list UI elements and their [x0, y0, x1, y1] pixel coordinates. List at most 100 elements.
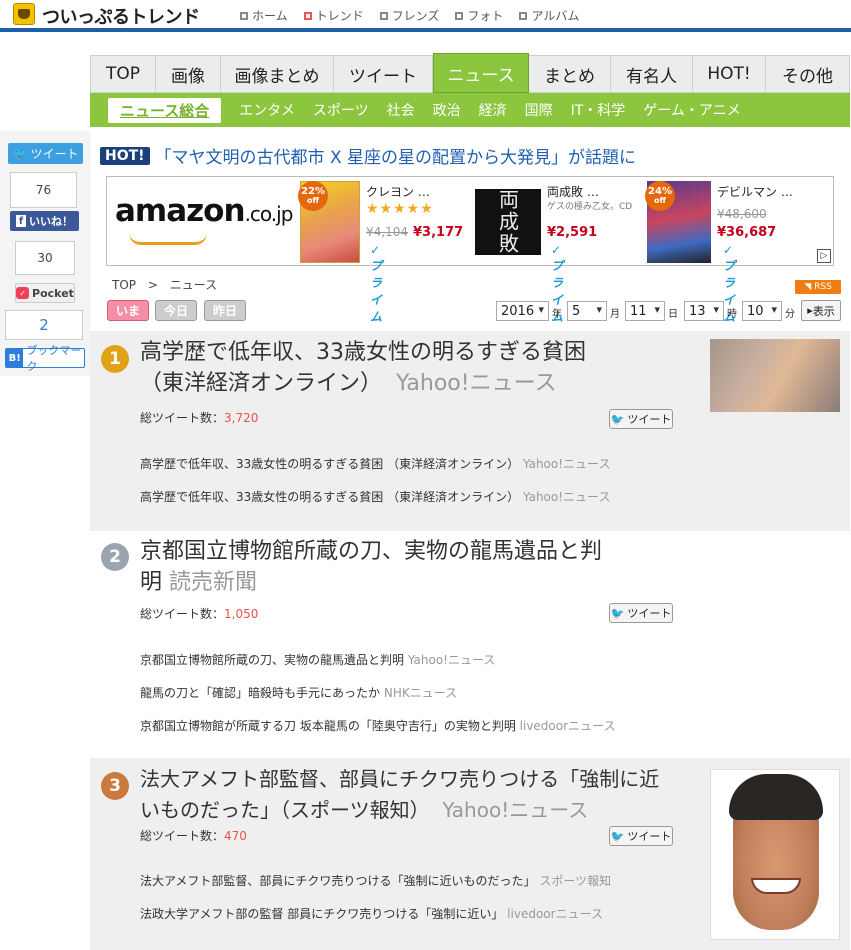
- subnav-economy[interactable]: 経済: [479, 100, 507, 120]
- tweet-button[interactable]: 🐦 ツイート: [609, 603, 673, 623]
- facebook-like-button[interactable]: f いいね！: [10, 211, 79, 231]
- product-name[interactable]: 両成敗 …: [547, 183, 599, 200]
- product-artist: ゲスの極み乙女。CD: [547, 202, 633, 212]
- nav-album[interactable]: アルバム: [519, 7, 579, 24]
- tab-hot[interactable]: HOT!: [693, 56, 766, 92]
- related-link-text[interactable]: 法政大学アメフト部の監督 部員にチクワ売りつける「強制に近い」: [140, 907, 503, 921]
- tab-celebrities[interactable]: 有名人: [611, 56, 693, 92]
- total-tweets: 総ツイート数：1,050: [140, 605, 258, 622]
- nav-photo[interactable]: フォト: [455, 7, 503, 24]
- subnav-politics[interactable]: 政治: [433, 100, 461, 120]
- amazon-logo[interactable]: amazon.co.jp: [115, 193, 293, 229]
- nav-trend[interactable]: トレンド: [303, 7, 364, 24]
- news-item-1: 1 高学歴で低年収、33歳女性の明るすぎる貧困 （東洋経済オンライン） Yaho…: [90, 331, 850, 531]
- day-select[interactable]: 11: [625, 301, 665, 321]
- tab-news[interactable]: ニュース: [433, 53, 529, 93]
- related-link-text[interactable]: 法大アメフト部監督、部員にチクワ売りつける「強制に近いものだった」: [140, 874, 536, 888]
- tab-other[interactable]: その他: [766, 56, 849, 92]
- news-subnav: ニュース総合 エンタメ スポーツ 社会 政治 経済 国際 IT・科学 ゲーム・ア…: [90, 93, 850, 127]
- nav-friends[interactable]: フレンズ: [379, 7, 439, 24]
- related-link-source: Yahoo!ニュース: [522, 490, 611, 504]
- article-title-line1[interactable]: 法大アメフト部監督、部員にチクワ売りつける「強制に近: [140, 764, 659, 795]
- related-link[interactable]: 京都国立博物館所蔵の刀、実物の龍馬遺品と判明 Yahoo!ニュース: [140, 651, 495, 668]
- subnav-entertainment[interactable]: エンタメ: [239, 100, 295, 120]
- article-title[interactable]: 高学歴で低年収、33歳女性の明るすぎる貧困 （東洋経済オンライン） Yahoo!…: [140, 337, 586, 399]
- time-today-button[interactable]: 今日: [155, 300, 197, 321]
- subnav-it-science[interactable]: IT・科学: [571, 100, 626, 120]
- related-link[interactable]: 龍馬の刀と「確認」暗殺時も手元にあったか NHKニュース: [140, 684, 457, 701]
- sale-price: ¥3,177: [413, 225, 464, 240]
- related-link[interactable]: 法政大学アメフト部の監督 部員にチクワ売りつける「強制に近い」 livedoor…: [140, 905, 603, 922]
- article-title[interactable]: 法大アメフト部監督、部員にチクワ売りつける「強制に近 いものだった」（スポーツ報…: [140, 764, 659, 826]
- total-tweets-count: 1,050: [224, 607, 259, 621]
- related-link[interactable]: 高学歴で低年収、33歳女性の明るすぎる貧困 （東洋経済オンライン） Yahoo!…: [140, 455, 610, 472]
- year-select[interactable]: 2016: [496, 301, 549, 321]
- tab-image-matome[interactable]: 画像まとめ: [221, 56, 334, 92]
- amazon-ad-banner[interactable]: amazon.co.jp 22% off クレヨン … ★★★★★ ¥4,104 …: [106, 176, 834, 324]
- pocket-button[interactable]: ✓ Pocket: [15, 283, 75, 303]
- breadcrumb-current: ニュース: [169, 278, 218, 292]
- subnav-general[interactable]: ニュース総合: [108, 97, 222, 123]
- related-link-text[interactable]: 京都国立博物館が所蔵する刀 坂本龍馬の「陸奥守吉行」の実物と判明: [140, 719, 516, 733]
- related-link[interactable]: 高学歴で低年収、33歳女性の明るすぎる貧困 （東洋経済オンライン） Yahoo!…: [140, 488, 610, 505]
- subnav-international[interactable]: 国際: [525, 100, 553, 120]
- month-select[interactable]: 5: [567, 301, 607, 321]
- category-tabs: TOP 画像 画像まとめ ツイート ニュース まとめ 有名人 HOT! その他: [90, 53, 850, 93]
- rss-label: RSS: [814, 282, 832, 292]
- list-price: ¥48,600: [717, 207, 767, 221]
- related-link-text[interactable]: 高学歴で低年収、33歳女性の明るすぎる貧困 （東洋経済オンライン）: [140, 457, 519, 471]
- like-count-box: 30: [15, 241, 75, 275]
- hot-topic[interactable]: HOT! 「マヤ文明の古代都市 X 星座の星の配置から大発見」が話題に: [100, 143, 636, 168]
- product-name[interactable]: デビルマン …: [717, 183, 793, 200]
- subnav-society[interactable]: 社会: [387, 100, 415, 120]
- subnav-game-anime[interactable]: ゲーム・アニメ: [643, 100, 740, 120]
- tab-top[interactable]: TOP: [91, 56, 156, 92]
- related-link[interactable]: 京都国立博物館が所蔵する刀 坂本龍馬の「陸奥守吉行」の実物と判明 livedoo…: [140, 717, 615, 734]
- site-logo[interactable]: ついっぷるトレンド: [42, 3, 200, 29]
- hatena-count-box: 2: [5, 310, 83, 340]
- hot-topic-link[interactable]: 「マヤ文明の古代都市 X 星座の星の配置から大発見」が話題に: [155, 143, 636, 168]
- hour-select[interactable]: 13: [684, 301, 724, 321]
- tab-tweets[interactable]: ツイート: [334, 56, 433, 92]
- related-link-text[interactable]: 龍馬の刀と「確認」暗殺時も手元にあったか: [140, 686, 380, 700]
- related-link-source: Yahoo!ニュース: [407, 653, 496, 667]
- related-link-source: livedoorニュース: [507, 907, 603, 921]
- nav-home[interactable]: ホーム: [240, 7, 288, 24]
- tweet-button[interactable]: 🐦 ツイート: [609, 409, 673, 429]
- pocket-icon: ✓: [16, 287, 30, 299]
- trend-icon: [303, 11, 312, 20]
- article-title-line2[interactable]: 明: [140, 570, 162, 595]
- breadcrumb-top-link[interactable]: TOP: [112, 278, 136, 292]
- time-now-button[interactable]: いま: [107, 300, 149, 321]
- related-link-source: Yahoo!ニュース: [522, 457, 611, 471]
- show-button[interactable]: ▸ 表示: [801, 300, 841, 321]
- article-source[interactable]: Yahoo!ニュース: [442, 798, 588, 822]
- logo-icon[interactable]: [13, 3, 35, 25]
- hatena-icon: B!: [6, 349, 24, 367]
- article-thumbnail[interactable]: [710, 769, 840, 940]
- article-title-line1[interactable]: 高学歴で低年収、33歳女性の明るすぎる貧困: [140, 337, 586, 368]
- product-image[interactable]: 両成敗: [475, 189, 541, 255]
- article-thumbnail[interactable]: [710, 339, 840, 412]
- product-name[interactable]: クレヨン …: [366, 183, 430, 200]
- subnav-sports[interactable]: スポーツ: [313, 100, 369, 120]
- article-title-line2[interactable]: （東洋経済オンライン）: [140, 371, 382, 396]
- article-source[interactable]: Yahoo!ニュース: [396, 371, 556, 396]
- article-title-line1[interactable]: 京都国立博物館所蔵の刀、実物の龍馬遺品と判: [140, 536, 602, 567]
- tweet-button[interactable]: 🐦 ツイート: [609, 826, 673, 846]
- article-title[interactable]: 京都国立博物館所蔵の刀、実物の龍馬遺品と判 明 読売新聞: [140, 536, 602, 598]
- tab-matome[interactable]: まとめ: [529, 56, 611, 92]
- related-link-text[interactable]: 京都国立博物館所蔵の刀、実物の龍馬遺品と判明: [140, 653, 404, 667]
- adchoices-icon[interactable]: ▷: [817, 249, 831, 263]
- related-link-source: livedoorニュース: [519, 719, 616, 733]
- hatena-bookmark-button[interactable]: B! ブックマーク: [5, 344, 85, 373]
- minute-select[interactable]: 10: [742, 301, 782, 321]
- tab-images[interactable]: 画像: [156, 56, 221, 92]
- rss-button[interactable]: ◥ RSS: [795, 280, 841, 294]
- article-title-line2[interactable]: いものだった」（スポーツ報知）: [140, 798, 430, 822]
- related-link-text[interactable]: 高学歴で低年収、33歳女性の明るすぎる貧困 （東洋経済オンライン）: [140, 490, 519, 504]
- time-yesterday-button[interactable]: 昨日: [204, 300, 246, 321]
- share-tweet-button[interactable]: 🐦 ツイート: [8, 143, 83, 164]
- article-source[interactable]: 読売新聞: [169, 570, 257, 595]
- related-link[interactable]: 法大アメフト部監督、部員にチクワ売りつける「強制に近いものだった」 スポーツ報知: [140, 872, 611, 889]
